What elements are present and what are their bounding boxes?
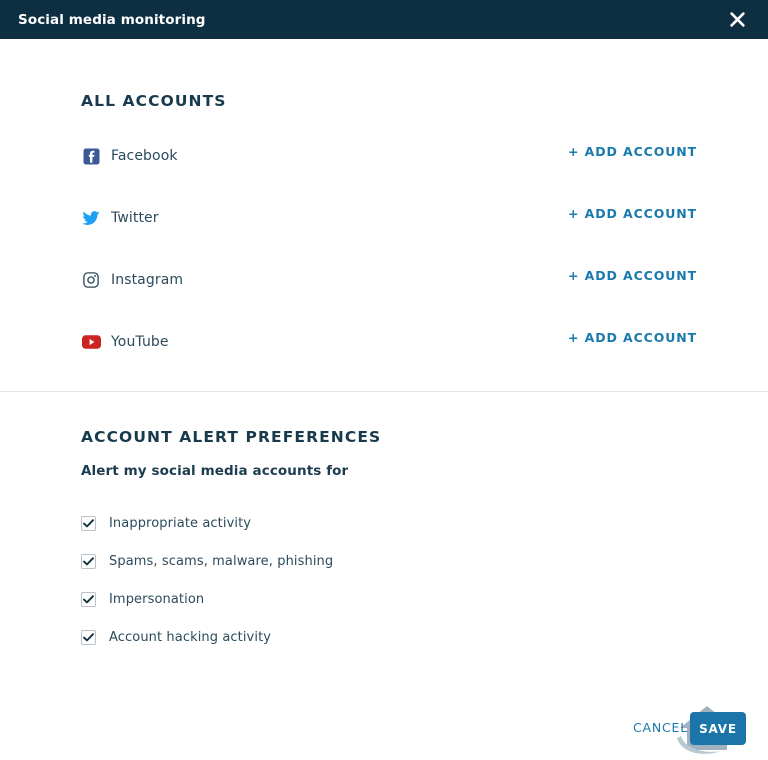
alert-option-row[interactable]: Inappropriate activity (81, 516, 251, 531)
checkbox-spams-scams-malware-phishing[interactable] (81, 554, 96, 569)
account-name: Instagram (111, 272, 184, 288)
checkbox-impersonation[interactable] (81, 592, 96, 607)
checkbox-account-hacking-activity[interactable] (81, 630, 96, 645)
section-divider (0, 391, 768, 392)
add-account-link[interactable]: + ADD ACCOUNT (568, 268, 697, 283)
alert-option-label: Inappropriate activity (109, 516, 252, 531)
facebook-icon (81, 146, 101, 166)
account-name: Twitter (111, 210, 159, 226)
alert-option-row[interactable]: Account hacking activity (81, 630, 271, 645)
all-accounts-heading: ALL ACCOUNTS (81, 92, 227, 110)
instagram-icon (81, 270, 101, 290)
alert-option-label: Account hacking activity (109, 630, 272, 645)
alert-preferences-heading: ACCOUNT ALERT PREFERENCES (81, 428, 382, 446)
add-account-link[interactable]: + ADD ACCOUNT (568, 144, 697, 159)
add-account-link[interactable]: + ADD ACCOUNT (568, 330, 697, 345)
close-icon[interactable] (724, 7, 750, 33)
alert-option-row[interactable]: Spams, scams, malware, phishing (81, 554, 333, 569)
dialog-content: ALL ACCOUNTS Facebook + ADD ACCOUNT Twit… (0, 39, 768, 760)
window-titlebar: Social media monitoring (0, 0, 768, 39)
account-name: YouTube (111, 334, 169, 350)
window-title: Social media monitoring (18, 11, 206, 28)
account-row[interactable]: Instagram + ADD ACCOUNT (81, 266, 696, 294)
alert-option-row[interactable]: Impersonation (81, 592, 204, 607)
save-button[interactable]: SAVE (690, 712, 746, 745)
cancel-button[interactable]: CANCEL (633, 720, 688, 735)
account-name: Facebook (111, 148, 178, 164)
youtube-icon (81, 332, 101, 352)
alert-preferences-subheading: Alert my social media accounts for (81, 463, 349, 479)
account-row[interactable]: Facebook + ADD ACCOUNT (81, 142, 696, 170)
add-account-link[interactable]: + ADD ACCOUNT (568, 206, 697, 221)
alert-option-label: Impersonation (109, 592, 205, 607)
account-row[interactable]: YouTube + ADD ACCOUNT (81, 328, 696, 356)
alert-option-label: Spams, scams, malware, phishing (109, 554, 334, 569)
twitter-icon (81, 208, 101, 228)
account-row[interactable]: Twitter + ADD ACCOUNT (81, 204, 696, 232)
checkbox-inappropriate-activity[interactable] (81, 516, 96, 531)
